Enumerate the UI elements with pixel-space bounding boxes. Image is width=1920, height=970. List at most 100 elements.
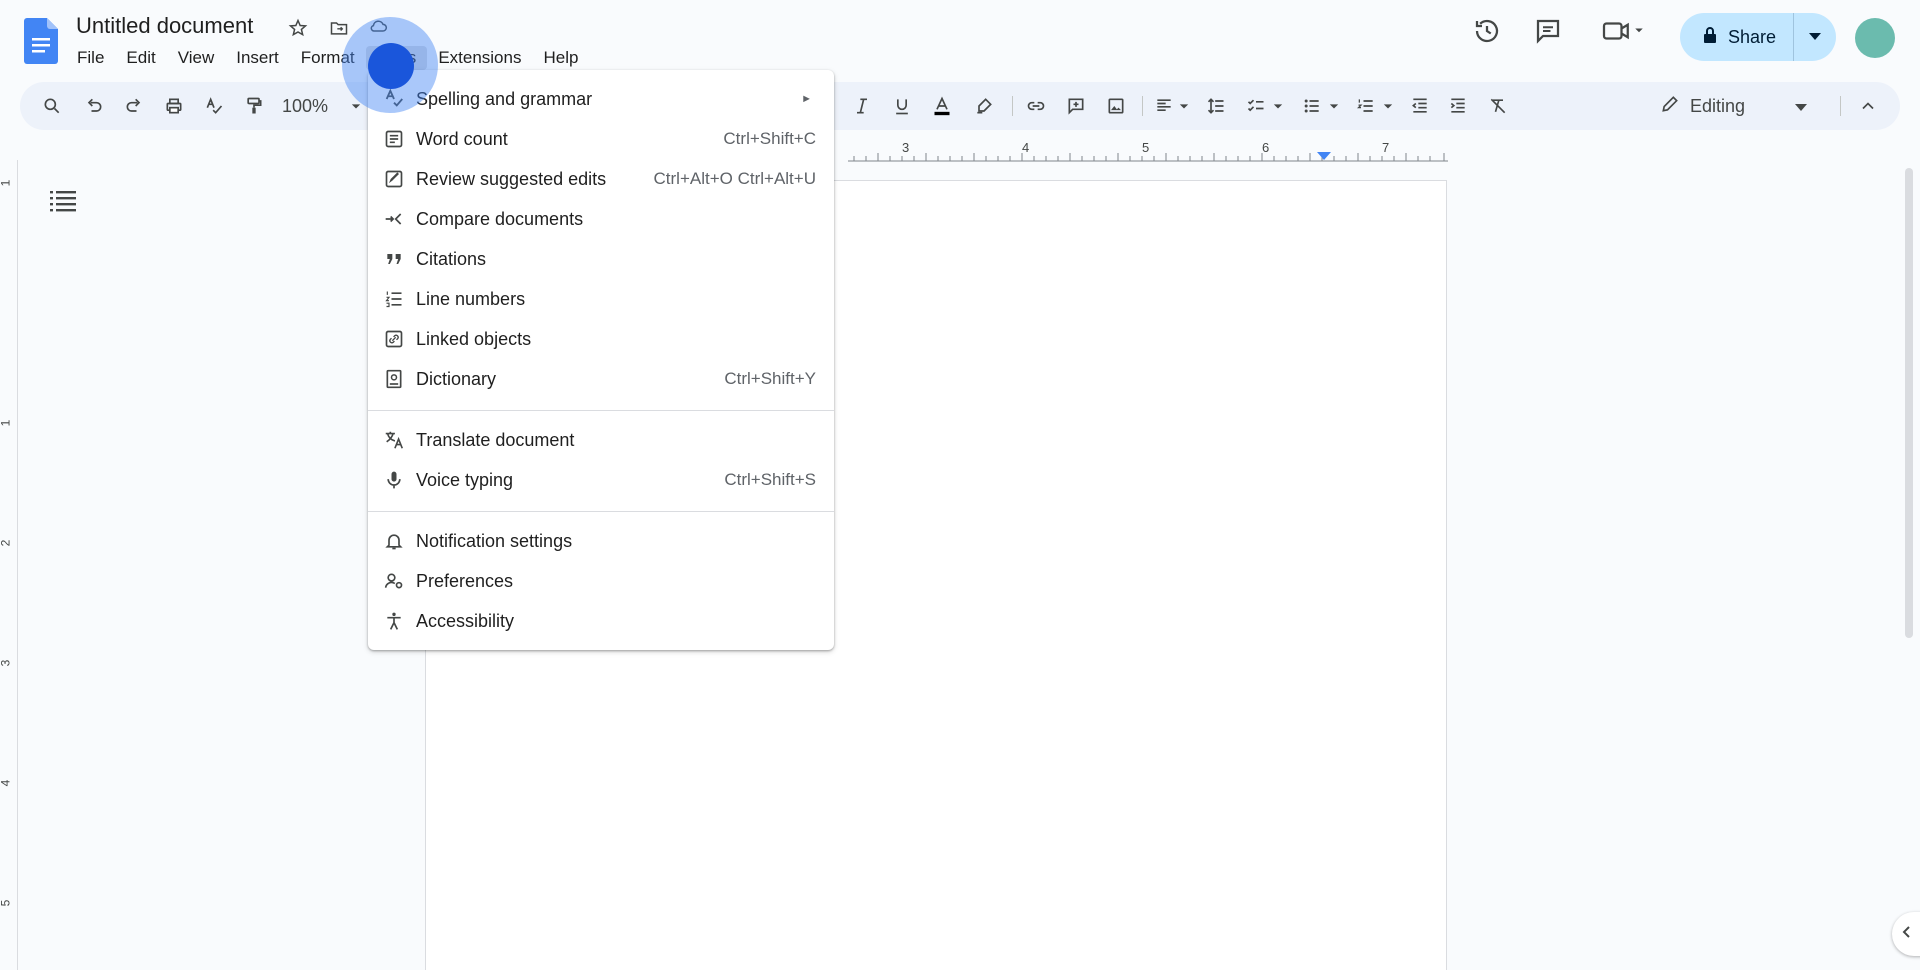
chevron-left-icon bbox=[1900, 925, 1914, 944]
horizontal-ruler[interactable]: 3 4 5 6 7 bbox=[848, 140, 1448, 162]
spellcheck-icon[interactable] bbox=[202, 94, 226, 118]
ruler-label: 7 bbox=[1382, 140, 1390, 155]
ruler-label: 3 bbox=[0, 660, 12, 667]
highlight-color-icon[interactable] bbox=[972, 94, 996, 118]
menu-item-label: Citations bbox=[416, 248, 487, 269]
undo-icon[interactable] bbox=[82, 94, 106, 118]
ruler-label: 5 bbox=[0, 900, 12, 907]
menu-item-label: Accessibility bbox=[416, 610, 515, 631]
docs-logo-icon[interactable] bbox=[24, 18, 58, 64]
menu-item-shortcut: Ctrl+Alt+O Ctrl+Alt+U bbox=[653, 169, 817, 188]
underline-icon[interactable] bbox=[890, 94, 914, 118]
vertical-scrollbar[interactable] bbox=[1905, 168, 1913, 638]
side-panel-toggle[interactable] bbox=[1892, 912, 1920, 956]
menu-item-preferences[interactable]: Preferences bbox=[368, 561, 834, 601]
menu-item-label: Preferences bbox=[416, 570, 514, 591]
vertical-ruler[interactable]: 1 1 2 3 4 5 bbox=[0, 160, 18, 970]
menu-edit[interactable]: Edit bbox=[115, 46, 166, 70]
print-icon[interactable] bbox=[162, 94, 186, 118]
menu-item-label: Notification settings bbox=[416, 530, 573, 551]
hide-menus-chevron-icon[interactable] bbox=[1856, 94, 1880, 118]
ruler-label: 5 bbox=[1142, 140, 1150, 155]
toolbar-divider bbox=[1840, 96, 1841, 116]
review-edits-icon bbox=[382, 167, 406, 191]
menu-item-label: Dictionary bbox=[416, 368, 497, 389]
bulleted-list-dropdown-icon[interactable] bbox=[1322, 94, 1346, 118]
increase-indent-icon[interactable] bbox=[1446, 94, 1470, 118]
text-color-icon[interactable] bbox=[930, 94, 954, 118]
bell-icon bbox=[382, 529, 406, 553]
insert-link-icon[interactable] bbox=[1024, 94, 1048, 118]
menu-item-dictionary[interactable]: Dictionary Ctrl+Shift+Y bbox=[368, 359, 834, 399]
document-outline-icon[interactable] bbox=[50, 190, 76, 217]
clear-formatting-icon[interactable] bbox=[1486, 94, 1510, 118]
menu-item-notification-settings[interactable]: Notification settings bbox=[368, 521, 834, 561]
add-comment-icon[interactable] bbox=[1064, 94, 1088, 118]
align-dropdown-icon[interactable] bbox=[1172, 94, 1196, 118]
share-dropdown-icon[interactable] bbox=[1794, 33, 1836, 41]
share-main-button[interactable]: Share bbox=[1680, 13, 1794, 61]
linked-objects-icon bbox=[382, 327, 406, 351]
avatar[interactable] bbox=[1855, 18, 1895, 58]
toolbar-divider bbox=[1142, 96, 1143, 116]
menu-insert[interactable]: Insert bbox=[225, 46, 290, 70]
comments-icon[interactable] bbox=[1533, 16, 1563, 51]
menu-extensions[interactable]: Extensions bbox=[427, 46, 532, 70]
italic-icon[interactable] bbox=[850, 94, 874, 118]
menu-item-label: Spelling and grammar bbox=[416, 88, 593, 109]
document-title[interactable]: Untitled document bbox=[76, 13, 253, 39]
decrease-indent-icon[interactable] bbox=[1408, 94, 1432, 118]
menu-item-accessibility[interactable]: Accessibility bbox=[368, 601, 834, 641]
redo-icon[interactable] bbox=[122, 94, 146, 118]
compare-icon bbox=[382, 207, 406, 231]
menu-view[interactable]: View bbox=[167, 46, 226, 70]
menu-item-line-numbers[interactable]: Line numbers bbox=[368, 279, 834, 319]
numbered-list-dropdown-icon[interactable] bbox=[1376, 94, 1400, 118]
menu-item-word-count[interactable]: Word count Ctrl+Shift+C bbox=[368, 119, 834, 159]
quote-icon bbox=[382, 247, 406, 271]
menu-item-citations[interactable]: Citations bbox=[368, 239, 834, 279]
ruler-label: 6 bbox=[1262, 140, 1270, 155]
menu-item-shortcut: Ctrl+Shift+S bbox=[724, 470, 816, 489]
move-folder-icon[interactable] bbox=[327, 16, 351, 40]
menu-file[interactable]: File bbox=[66, 46, 115, 70]
ruler-label: 3 bbox=[902, 140, 910, 155]
menu-item-label: Review suggested edits bbox=[416, 168, 607, 189]
menubar: File Edit View Insert Format Tools Exten… bbox=[66, 46, 589, 70]
zoom-select[interactable]: 100% bbox=[282, 94, 328, 118]
bulleted-list-icon[interactable] bbox=[1300, 94, 1324, 118]
menu-item-review-suggested-edits[interactable]: Review suggested edits Ctrl+Alt+O Ctrl+A… bbox=[368, 159, 834, 199]
menu-item-translate-document[interactable]: Translate document bbox=[368, 420, 834, 460]
star-icon[interactable] bbox=[286, 16, 310, 40]
menu-item-voice-typing[interactable]: Voice typing Ctrl+Shift+S bbox=[368, 460, 834, 500]
checklist-icon[interactable] bbox=[1244, 94, 1268, 118]
menu-item-linked-objects[interactable]: Linked objects bbox=[368, 319, 834, 359]
search-menus-icon[interactable] bbox=[40, 94, 64, 118]
paint-format-icon[interactable] bbox=[242, 94, 266, 118]
line-spacing-icon[interactable] bbox=[1204, 94, 1228, 118]
ruler-label: 4 bbox=[0, 780, 12, 787]
menu-item-label: Translate document bbox=[416, 429, 575, 450]
insert-image-icon[interactable] bbox=[1104, 94, 1128, 118]
pencil-icon bbox=[1660, 94, 1680, 119]
menu-item-shortcut: Ctrl+Shift+C bbox=[723, 129, 816, 148]
editing-mode-select[interactable]: Editing bbox=[1660, 90, 1808, 122]
menu-help[interactable]: Help bbox=[532, 46, 589, 70]
word-count-icon bbox=[382, 127, 406, 151]
version-history-icon[interactable] bbox=[1472, 16, 1502, 51]
ruler-label: 1 bbox=[0, 180, 12, 187]
numbered-list-icon[interactable] bbox=[1354, 94, 1378, 118]
menu-item-compare-documents[interactable]: Compare documents bbox=[368, 199, 834, 239]
translate-icon bbox=[382, 428, 406, 452]
checklist-dropdown-icon[interactable] bbox=[1266, 94, 1290, 118]
toolbar: 100% Editing bbox=[20, 82, 1900, 130]
mic-icon bbox=[382, 468, 406, 492]
accessibility-icon bbox=[382, 609, 406, 633]
menu-item-label: Voice typing bbox=[416, 469, 514, 490]
menu-divider bbox=[368, 410, 834, 411]
editing-mode-label: Editing bbox=[1690, 95, 1746, 116]
meet-icon[interactable] bbox=[1600, 16, 1648, 51]
editing-dropdown-icon bbox=[1795, 96, 1808, 117]
menu-item-spelling-grammar[interactable]: Spelling and grammar ► bbox=[368, 79, 834, 119]
share-button[interactable]: Share bbox=[1680, 13, 1836, 61]
